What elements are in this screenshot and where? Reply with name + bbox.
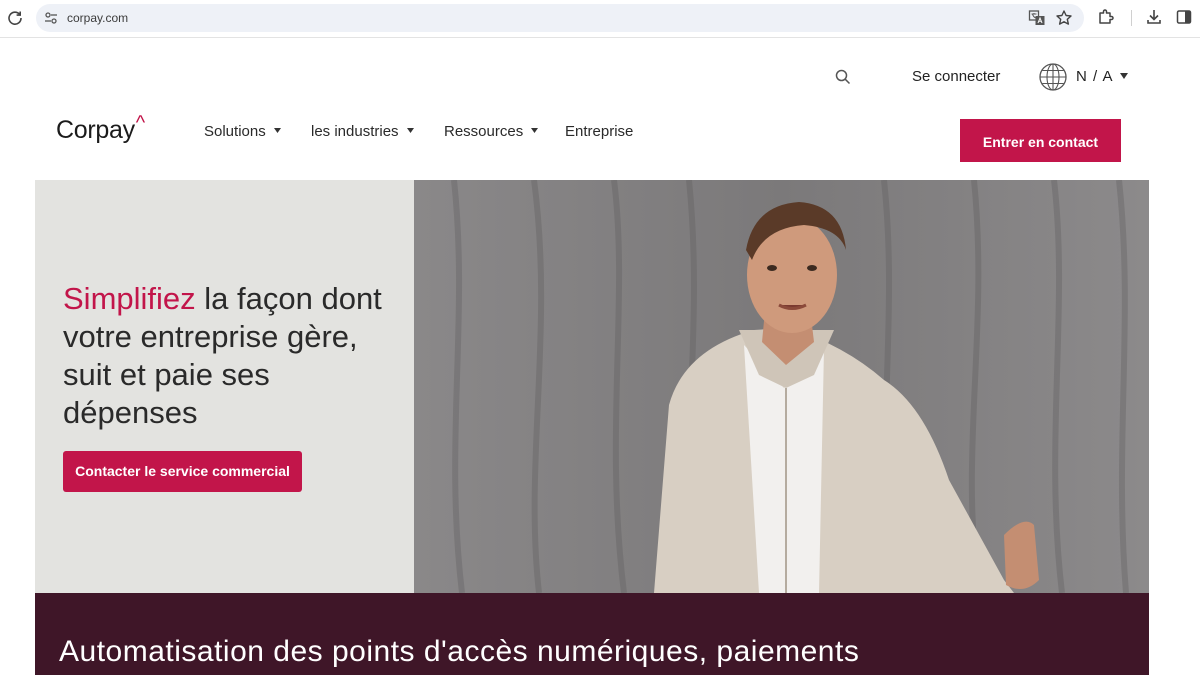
nav-item-label: les industries	[311, 123, 399, 140]
hero-title-accent: Simplifiez	[63, 281, 196, 316]
star-icon[interactable]	[1055, 9, 1073, 27]
side-panel-icon[interactable]	[1175, 8, 1193, 26]
logo[interactable]: Corpay^	[56, 112, 145, 145]
nav-item-label: Ressources	[444, 123, 524, 140]
search-icon[interactable]	[834, 68, 852, 86]
download-icon[interactable]	[1145, 8, 1163, 26]
chevron-down-icon[interactable]	[1120, 73, 1128, 79]
chevron-down-icon	[531, 127, 539, 133]
nav-item-label: Solutions	[204, 123, 266, 140]
translate-icon[interactable]	[1028, 9, 1046, 27]
hero-panel: Simplifiez la façon dont votre entrepris…	[35, 180, 414, 593]
site-info-icon[interactable]	[44, 11, 58, 25]
contact-button-label: Entrer en contact	[982, 134, 1099, 150]
toolbar-divider	[1131, 10, 1132, 26]
hero-person-image	[414, 180, 1149, 593]
hero-title: Simplifiez la façon dont votre entrepris…	[63, 280, 403, 432]
reload-icon[interactable]	[6, 9, 24, 27]
globe-icon[interactable]	[1038, 62, 1068, 92]
hero-video[interactable]	[414, 180, 1149, 593]
logo-mark: ^	[135, 112, 145, 134]
chevron-down-icon	[273, 127, 281, 133]
chevron-down-icon	[406, 127, 414, 133]
nav-item-resources[interactable]: Ressources	[444, 123, 539, 140]
nav-item-enterprise[interactable]: Entreprise	[565, 123, 633, 140]
nav-item-label: Entreprise	[565, 123, 634, 140]
contact-button[interactable]: Entrer en contact	[960, 119, 1121, 162]
automation-section: Automatisation des points d'accès numéri…	[35, 593, 1149, 675]
extensions-icon[interactable]	[1097, 8, 1115, 26]
nav-item-solutions[interactable]: Solutions	[204, 123, 281, 140]
login-link[interactable]: Se connecter	[912, 68, 1000, 85]
language-selector[interactable]: N / A	[1076, 68, 1114, 85]
url-text[interactable]: corpay.com	[67, 11, 128, 25]
browser-toolbar: corpay.com	[0, 0, 1200, 38]
address-bar[interactable]: corpay.com	[36, 4, 1084, 32]
nav-item-industries[interactable]: les industries	[311, 123, 414, 140]
contact-sales-button[interactable]: Contacter le service commercial	[63, 451, 302, 492]
logo-text: Corpay	[56, 116, 135, 144]
section-title: Automatisation des points d'accès numéri…	[59, 635, 860, 668]
contact-sales-label: Contacter le service commercial	[75, 463, 290, 479]
